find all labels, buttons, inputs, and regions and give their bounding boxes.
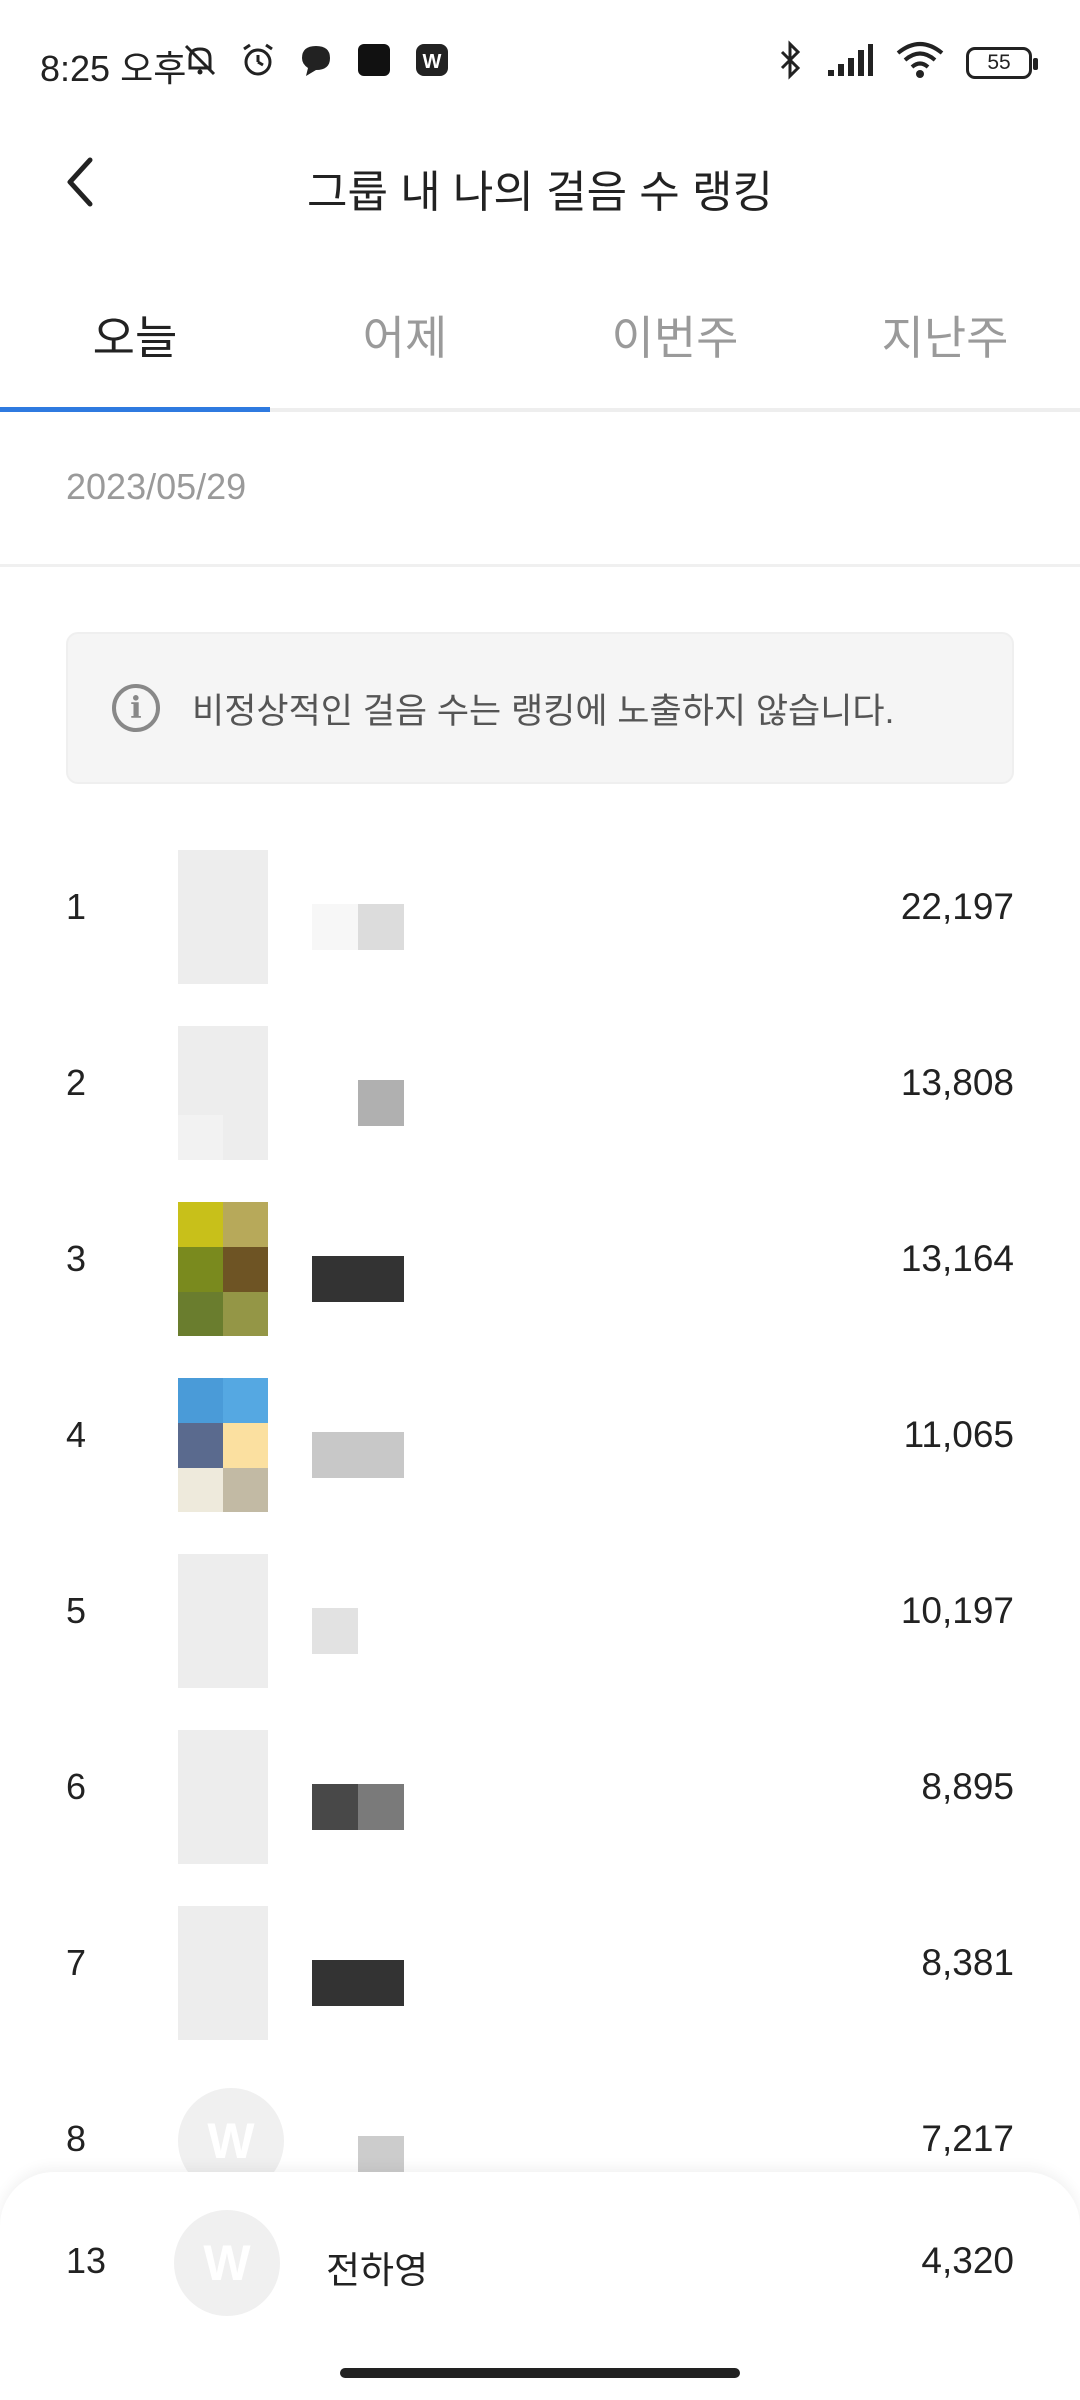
- signal-icon: [826, 42, 874, 83]
- period-tabs: 오늘 어제 이번주 지난주: [0, 280, 1080, 412]
- status-right-icons: 55: [776, 40, 1038, 85]
- step-count: 8,895: [921, 1766, 1014, 1807]
- info-icon: i: [112, 684, 160, 732]
- avatar-initial: W: [207, 2113, 255, 2169]
- battery-icon: 55: [966, 46, 1038, 79]
- date-row: 2023/05/29: [0, 412, 1080, 567]
- w-app-icon: W: [412, 40, 452, 80]
- ranking-row[interactable]: 2 13,808: [0, 996, 1080, 1172]
- avatar: [178, 1906, 268, 2040]
- ranking-row[interactable]: 7 8,381: [0, 1876, 1080, 2052]
- rank-number: 4: [66, 1414, 87, 1455]
- avatar-initial: W: [203, 2235, 251, 2291]
- my-rank-number: 13: [66, 2240, 107, 2281]
- step-count: 7,217: [921, 2118, 1014, 2159]
- my-step-count: 4,320: [921, 2240, 1014, 2281]
- member-name-blurred: [312, 1784, 404, 1830]
- app-header: 그룹 내 나의 걸음 수 랭킹: [0, 120, 1080, 240]
- avatar: [178, 1730, 268, 1864]
- avatar: [178, 1202, 268, 1336]
- avatar: [178, 850, 268, 984]
- rank-number: 6: [66, 1766, 87, 1807]
- rank-number: 8: [66, 2118, 87, 2159]
- tab-yesterday[interactable]: 어제: [270, 280, 540, 408]
- rank-number: 1: [66, 886, 87, 927]
- rank-number: 3: [66, 1238, 87, 1279]
- step-count: 8,381: [921, 1942, 1014, 1983]
- app-square-icon: [354, 40, 394, 80]
- step-count: 22,197: [900, 886, 1014, 927]
- chat-bubble-icon: [296, 40, 336, 80]
- status-left-icons: W: [180, 40, 452, 80]
- avatar: [178, 1378, 268, 1512]
- step-count: 13,808: [900, 1062, 1014, 1103]
- wifi-icon: [896, 41, 944, 84]
- tab-last-week[interactable]: 지난주: [810, 280, 1080, 408]
- my-name: 전하영: [326, 2250, 429, 2291]
- member-name-blurred: [312, 1256, 404, 1302]
- status-bar: 8:25 오후 W 55: [0, 0, 1080, 120]
- notice-text: 비정상적인 걸음 수는 랭킹에 노출하지 않습니다.: [192, 691, 895, 731]
- notice-banner: i 비정상적인 걸음 수는 랭킹에 노출하지 않습니다.: [66, 632, 1014, 784]
- member-name-blurred: [312, 1608, 358, 1654]
- ranking-row[interactable]: 1 22,197: [0, 820, 1080, 996]
- my-avatar: W: [174, 2210, 280, 2316]
- home-indicator[interactable]: [340, 2368, 740, 2378]
- avatar: [178, 1026, 268, 1160]
- member-name-blurred: [312, 1080, 404, 1126]
- rank-number: 7: [66, 1942, 87, 1983]
- ranking-row[interactable]: 6 8,895: [0, 1700, 1080, 1876]
- ranking-row[interactable]: 3 13,164: [0, 1172, 1080, 1348]
- svg-text:W: W: [423, 51, 442, 73]
- tab-today[interactable]: 오늘: [0, 280, 270, 412]
- rank-number: 5: [66, 1590, 87, 1631]
- battery-level: 55: [987, 50, 1011, 74]
- step-count: 10,197: [900, 1590, 1014, 1631]
- tab-this-week[interactable]: 이번주: [540, 280, 810, 408]
- page-title: 그룹 내 나의 걸음 수 랭킹: [307, 168, 773, 217]
- ranking-row[interactable]: 5 10,197: [0, 1524, 1080, 1700]
- step-count: 13,164: [900, 1238, 1014, 1279]
- bluetooth-icon: [776, 40, 804, 85]
- status-time: 8:25 오후: [40, 48, 187, 89]
- step-count: 11,065: [903, 1414, 1014, 1455]
- member-name-blurred: [312, 904, 404, 950]
- member-name-blurred: [312, 1960, 404, 2006]
- member-name-blurred: [312, 1432, 404, 1478]
- notifications-off-icon: [180, 40, 220, 80]
- avatar: [178, 1554, 268, 1688]
- ranking-row[interactable]: 4 11,065: [0, 1348, 1080, 1524]
- ranking-list: 1 22,197 2 13,808 3 13,164 4 11,065 5 10…: [0, 820, 1080, 2228]
- ranking-date: 2023/05/29: [66, 466, 247, 507]
- rank-number: 2: [66, 1062, 87, 1103]
- alarm-icon: [238, 40, 278, 80]
- my-rank-card: 13 W 전하영 4,320: [0, 2172, 1080, 2400]
